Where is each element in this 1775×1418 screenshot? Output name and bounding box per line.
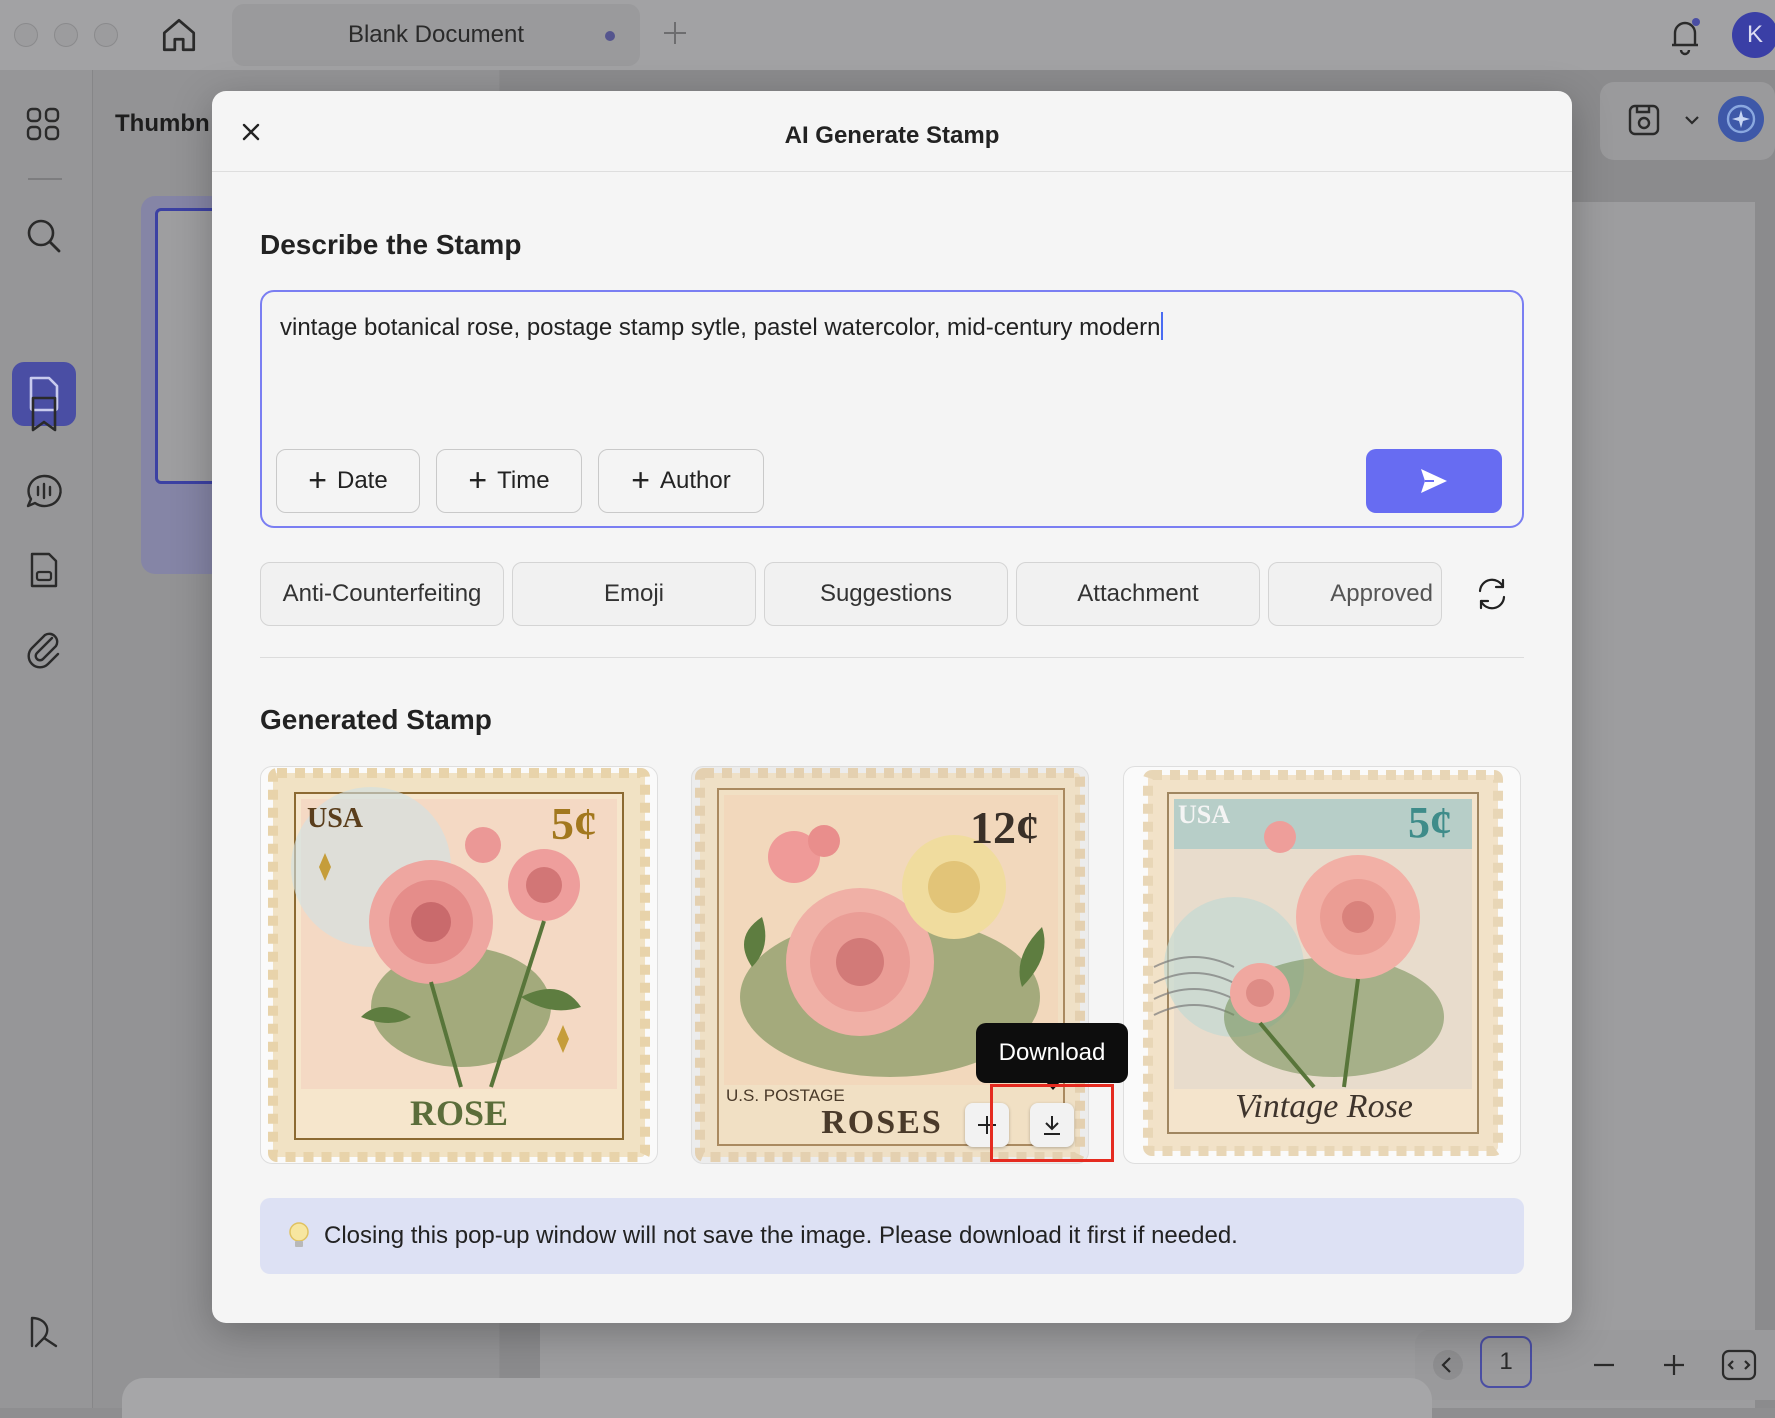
refresh-icon[interactable] <box>1474 576 1510 612</box>
add-date-button[interactable]: + Date <box>276 449 420 513</box>
window-minimize-control[interactable] <box>54 23 78 47</box>
stamp-country: U.S. POSTAGE <box>726 1086 845 1105</box>
zoom-in-icon[interactable] <box>1659 1350 1689 1380</box>
stamp-value: 5¢ <box>551 798 597 849</box>
top-right-tools <box>1600 82 1775 160</box>
generated-heading: Generated Stamp <box>260 704 492 735</box>
attachment-icon[interactable] <box>22 626 66 670</box>
template-suggestions[interactable]: Suggestions <box>764 562 1008 626</box>
stamp-name: Vintage Rose <box>1235 1088 1413 1125</box>
ai-assistant-icon[interactable] <box>1718 96 1764 142</box>
download-tooltip: Download <box>976 1023 1128 1083</box>
plus-icon: + <box>468 461 488 498</box>
add-time-button[interactable]: + Time <box>436 449 582 513</box>
bookmark-icon[interactable] <box>22 392 66 436</box>
lightbulb-icon <box>289 1222 309 1247</box>
plus-icon: + <box>308 461 327 498</box>
save-warning-notice: Closing this pop-up window will not save… <box>260 1198 1524 1274</box>
title-bar: Blank Document K <box>0 0 1775 70</box>
comment-icon[interactable] <box>22 470 66 514</box>
stamp-name: ROSE <box>410 1093 508 1133</box>
bell-icon[interactable] <box>1665 13 1705 57</box>
prompt-text[interactable]: vintage botanical rose, postage stamp sy… <box>280 312 1480 342</box>
grid-icon[interactable] <box>22 103 66 147</box>
avatar[interactable]: K <box>1732 12 1775 58</box>
window-zoom-control[interactable] <box>94 23 118 47</box>
page-number-input[interactable]: 1 <box>1480 1336 1532 1388</box>
page-navigation <box>1415 1330 1775 1400</box>
tab-blank-document[interactable]: Blank Document <box>232 4 640 66</box>
fit-width-icon[interactable] <box>1719 1346 1759 1384</box>
chip-label: Author <box>659 467 731 494</box>
stamp-name: ROSES <box>821 1104 943 1141</box>
vintage-rose-stamp-image: USA 5¢ Vintage Rose <box>1143 770 1503 1156</box>
add-author-button[interactable]: + Author <box>598 449 764 513</box>
unsaved-dot <box>605 31 615 41</box>
dialog-header: AI Generate Stamp <box>212 91 1572 172</box>
ai-generate-stamp-dialog: AI Generate Stamp Describe the Stamp vin… <box>212 91 1572 1323</box>
form-icon[interactable] <box>22 548 66 592</box>
text-caret <box>1161 312 1164 340</box>
send-button[interactable] <box>1366 449 1502 513</box>
close-icon[interactable] <box>238 119 264 145</box>
zoom-out-icon[interactable] <box>1589 1350 1619 1380</box>
template-attachment[interactable]: Attachment <box>1016 562 1260 626</box>
highlight-box <box>990 1084 1114 1162</box>
chip-label: Date <box>336 467 388 494</box>
window-close-control[interactable] <box>14 23 38 47</box>
chevron-down-icon[interactable] <box>1682 110 1702 130</box>
template-emoji[interactable]: Emoji <box>512 562 756 626</box>
send-icon <box>1421 469 1447 493</box>
sidebar-toggle-icon[interactable] <box>22 1310 66 1354</box>
stamp-value: 12¢ <box>970 802 1039 853</box>
search-icon[interactable] <box>22 214 66 258</box>
tab-label: Blank Document <box>347 21 525 48</box>
plus-icon: + <box>631 461 650 498</box>
stamp-country: USA <box>307 803 364 834</box>
section-divider <box>260 657 1524 658</box>
template-approved[interactable]: Approved <box>1268 562 1442 626</box>
sidebar-divider <box>28 178 62 180</box>
new-tab-icon[interactable] <box>660 18 690 48</box>
stamp-country: USA <box>1178 800 1230 829</box>
notice-text: Closing this pop-up window will not save… <box>324 1222 1238 1249</box>
prompt-value: vintage botanical rose, postage stamp sy… <box>280 314 1161 341</box>
home-icon[interactable] <box>158 14 200 56</box>
save-icon[interactable] <box>1624 100 1664 140</box>
generated-stamp-1[interactable]: USA 5¢ ROSE <box>260 766 658 1164</box>
dock <box>122 1378 1432 1418</box>
generated-stamp-3[interactable]: USA 5¢ Vintage Rose <box>1123 766 1521 1164</box>
stamp-description-field[interactable]: vintage botanical rose, postage stamp sy… <box>260 290 1524 528</box>
describe-heading: Describe the Stamp <box>260 229 522 260</box>
template-anti-counterfeiting[interactable]: Anti-Counterfeiting <box>260 562 504 626</box>
stamp-value: 5¢ <box>1408 798 1452 847</box>
left-sidebar <box>0 70 93 1408</box>
rose-stamp-image: USA 5¢ ROSE <box>268 768 650 1162</box>
dialog-title: AI Generate Stamp <box>784 122 1000 149</box>
previous-page-icon[interactable] <box>1431 1348 1465 1382</box>
thumbnail-panel-title: Thumbn <box>115 110 210 137</box>
chip-label: Time <box>497 467 550 494</box>
